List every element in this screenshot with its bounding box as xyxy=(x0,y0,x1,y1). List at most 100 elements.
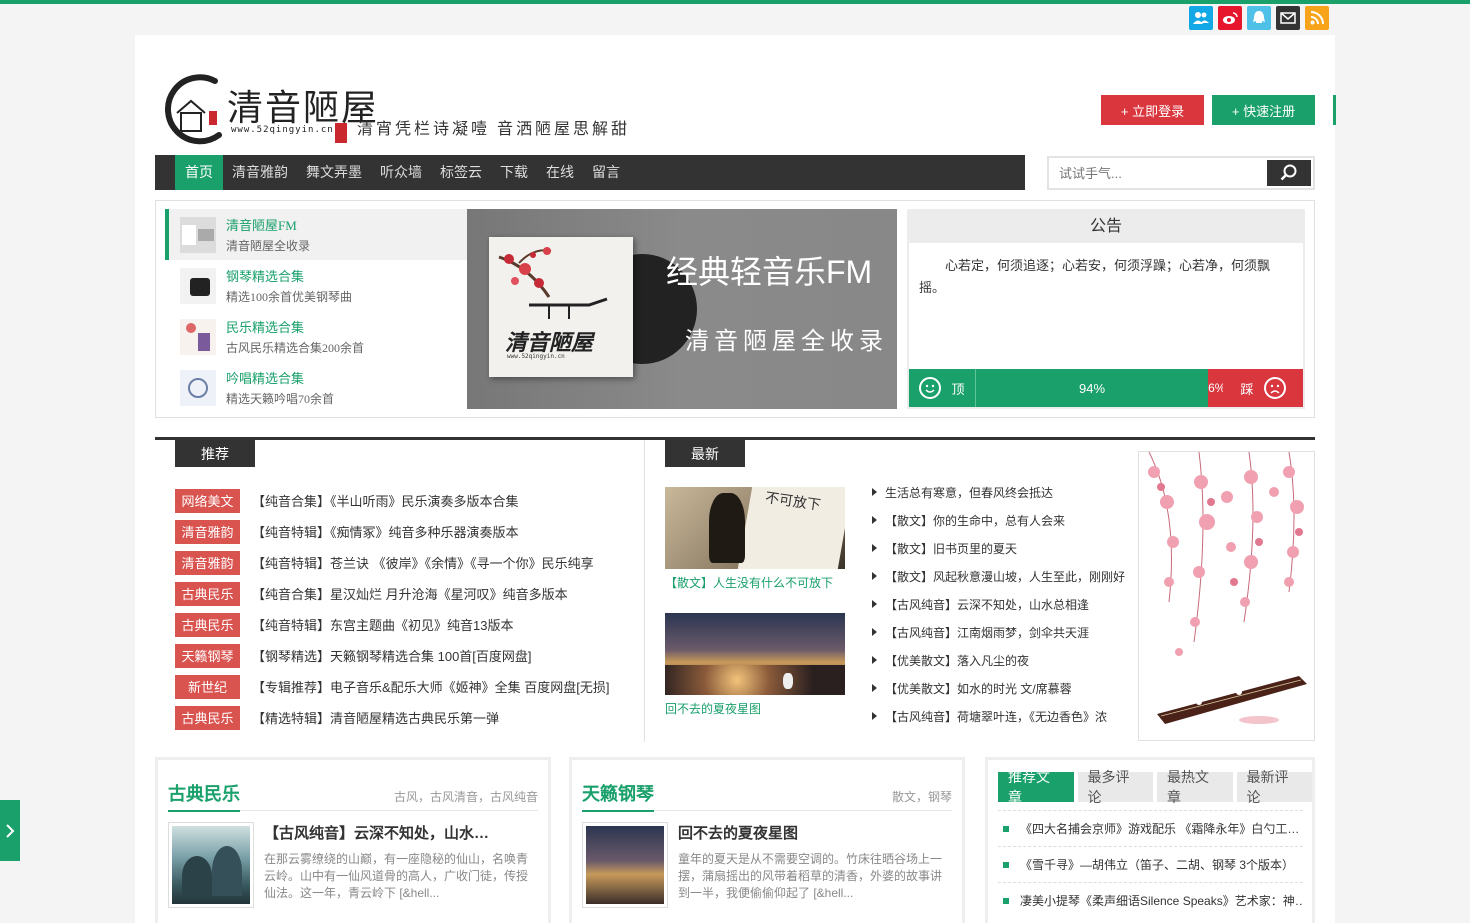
list-item[interactable]: 【散文】旧书页里的夏天 xyxy=(872,534,1137,562)
article-link[interactable]: 【纯音特辑】《痴情冢》纯音多种乐器演奏版本 xyxy=(252,522,519,541)
category-tag[interactable]: 古典民乐 xyxy=(175,581,240,606)
vote-up-button[interactable]: 顶 xyxy=(909,369,975,407)
arrow-right-icon xyxy=(872,628,877,636)
list-item[interactable]: 《四大名捕会京师》游戏配乐 《霜降永年》白勺工… xyxy=(998,810,1303,846)
list-item[interactable]: 生活总有寒意，但春风终会抵达 xyxy=(872,478,1137,506)
card-thumbnail[interactable] xyxy=(582,822,668,908)
tab-recommend[interactable]: 推荐 xyxy=(175,440,255,467)
nav-guestbook[interactable]: 留言 xyxy=(583,155,629,190)
category-tag[interactable]: 古典民乐 xyxy=(175,612,240,637)
login-button[interactable]: + 立即登录 xyxy=(1101,95,1204,125)
card-heading[interactable]: 天籁钢琴 xyxy=(582,780,654,812)
featured-item[interactable]: 吟唱精选合集 精选天籁吟唱70余首 xyxy=(165,362,467,413)
tab-latest-comments[interactable]: 最新评论 xyxy=(1236,769,1312,805)
latest-pic-book[interactable]: 不可放下 xyxy=(665,487,845,569)
nav-home[interactable]: 首页 xyxy=(175,155,223,190)
register-button[interactable]: + 快速注册 xyxy=(1212,95,1315,125)
card-tags[interactable]: 古风，古风清音，古风纯音 xyxy=(394,788,538,805)
notice-text: 心若定，何须追逐；心若安，何须浮躁；心若净，何须飘摇。 xyxy=(919,258,1271,295)
article-link[interactable]: 【古风纯音】江南烟雨梦，剑伞共天涯 xyxy=(885,624,1089,641)
search-icon xyxy=(1280,164,1297,181)
arrow-right-icon xyxy=(872,656,877,664)
bullet-icon xyxy=(1003,897,1009,904)
search-button[interactable] xyxy=(1267,160,1311,186)
article-link[interactable]: 《四大名捕会京师》游戏配乐 《霜降永年》白勺工… xyxy=(1020,820,1299,837)
article-link[interactable]: 生活总有寒意，但春风终会抵达 xyxy=(885,484,1053,501)
list-item[interactable]: 凄美小提琴《柔声细语Silence Speaks》艺术家：神… xyxy=(998,882,1303,918)
list-item[interactable]: 《雪千寻》—胡伟立（笛子、二胡、钢琴 3个版本） xyxy=(998,846,1303,882)
featured-title: 清音陋屋FM xyxy=(226,218,297,233)
side-article-box: 推荐文章 最多评论 最热文章 最新评论 《四大名捕会京师》游戏配乐 《霜降永年》… xyxy=(985,757,1315,923)
card-thumbnail[interactable] xyxy=(168,822,254,908)
latest-pic-caption[interactable]: 【散文】人生没有什么不可放下 xyxy=(665,574,845,591)
latest-pic-night[interactable] xyxy=(665,613,845,695)
tab-recommended-articles[interactable]: 推荐文章 xyxy=(998,769,1074,805)
list-item[interactable]: 【古风纯音】江南烟雨梦，剑伞共天涯 xyxy=(872,618,1137,646)
featured-item[interactable]: 民乐精选合集 古风民乐精选合集200余首 xyxy=(165,311,467,362)
article-link[interactable]: 【钢琴精选】天籁钢琴精选合集 100首[百度网盘] xyxy=(252,646,532,665)
card-tags[interactable]: 散文，钢琴 xyxy=(892,788,952,805)
nav-qingyin-yayun[interactable]: 清音雅韵 xyxy=(223,155,297,190)
tab-most-comments[interactable]: 最多评论 xyxy=(1077,769,1153,805)
article-link[interactable]: 《雪千寻》—胡伟立（笛子、二胡、钢琴 3个版本） xyxy=(1020,856,1294,873)
article-link[interactable]: 【散文】你的生命中，总有人会来 xyxy=(885,512,1065,529)
rss-icon[interactable] xyxy=(1305,6,1329,30)
card-heading[interactable]: 古典民乐 xyxy=(168,780,240,812)
list-item[interactable]: 【散文】风起秋意漫山坡，人生至此，刚刚好 xyxy=(872,562,1137,590)
people-icon[interactable] xyxy=(1189,6,1213,30)
arrow-right-icon xyxy=(872,488,877,496)
article-link[interactable]: 【纯音合集】星汉灿烂 月升沧海《星河叹》纯音多版本 xyxy=(252,584,568,603)
featured-item[interactable]: 钢琴精选合集 精选100余首优美钢琴曲 xyxy=(165,260,467,311)
list-item: 天籁钢琴 【钢琴精选】天籁钢琴精选合集 100首[百度网盘] xyxy=(175,640,635,671)
nav-wuwen-nongmo[interactable]: 舞文弄墨 xyxy=(297,155,371,190)
vote-down-button[interactable]: 踩 xyxy=(1223,369,1303,407)
nav-tag-cloud[interactable]: 标签云 xyxy=(431,155,491,190)
latest-pic-caption[interactable]: 回不去的夏夜星图 xyxy=(665,700,845,717)
header-accent xyxy=(1333,95,1336,125)
tab-hottest-articles[interactable]: 最热文章 xyxy=(1157,769,1233,805)
article-link[interactable]: 【纯音特辑】东宫主题曲《初见》纯音13版本 xyxy=(252,615,513,634)
category-tag[interactable]: 清音雅韵 xyxy=(175,519,240,544)
article-link[interactable]: 【纯音合集】《半山听雨》民乐演奏多版本合集 xyxy=(252,491,519,510)
featured-item[interactable]: 清音陋屋FM 清音陋屋全收录 xyxy=(165,209,467,260)
article-link[interactable]: 【优美散文】落入凡尘的夜 xyxy=(885,652,1029,669)
category-tag[interactable]: 网络美文 xyxy=(175,488,240,513)
nav-listener-wall[interactable]: 听众墙 xyxy=(371,155,431,190)
search-input[interactable] xyxy=(1049,158,1267,188)
nav-download[interactable]: 下载 xyxy=(491,155,537,190)
article-link[interactable]: 【优美散文】如水的时光 文/席慕蓉 xyxy=(885,680,1072,697)
list-item[interactable]: 【古风纯音】云深不知处，山水总相逢 xyxy=(872,590,1137,618)
article-link[interactable]: 【纯音特辑】苍兰诀 《彼岸》《余情》《寻一个你》民乐纯享 xyxy=(252,553,594,572)
article-link[interactable]: 【古风纯音】云深不知处，山水总相逢 xyxy=(885,596,1089,613)
article-link[interactable]: 【散文】旧书页里的夏天 xyxy=(885,540,1017,557)
side-illustration[interactable] xyxy=(1138,451,1315,741)
weibo-icon[interactable] xyxy=(1218,6,1242,30)
list-item[interactable]: 【古风纯音】荷塘翠叶连，《无边香色》浓 xyxy=(872,702,1137,730)
list-item: 新世纪 【专辑推荐】电子音乐&配乐大师《姬神》全集 百度网盘[无损] xyxy=(175,671,635,702)
category-tag[interactable]: 天籁钢琴 xyxy=(175,643,240,668)
list-item[interactable]: 【优美散文】如水的时光 文/席慕蓉 xyxy=(872,674,1137,702)
article-link[interactable]: 凄美小提琴《柔声细语Silence Speaks》艺术家：神… xyxy=(1020,892,1303,909)
category-tag[interactable]: 古典民乐 xyxy=(175,705,240,730)
featured-thumb xyxy=(180,216,216,253)
card-article-title[interactable]: 【古风纯音】云深不知处，山水… xyxy=(264,822,489,843)
column-divider xyxy=(644,440,645,742)
category-tag[interactable]: 清音雅韵 xyxy=(175,550,240,575)
side-tabs: 推荐文章 最多评论 最热文章 最新评论 xyxy=(998,769,1312,805)
article-link[interactable]: 【专辑推荐】电子音乐&配乐大师《姬神》全集 百度网盘[无损] xyxy=(252,677,610,696)
vote-bar: 顶 94% 6% 踩 xyxy=(909,369,1303,407)
nav-online[interactable]: 在线 xyxy=(537,155,583,190)
article-link[interactable]: 【古风纯音】荷塘翠叶连，《无边香色》浓 xyxy=(885,708,1107,725)
card-article-title[interactable]: 回不去的夏夜星图 xyxy=(678,822,798,843)
qq-icon[interactable] xyxy=(1247,6,1271,30)
fm-banner[interactable]: 清音陋屋 www.52qingyin.cn 经典轻音乐FM 清音陋屋全收录 xyxy=(467,209,897,409)
logo-icon[interactable] xyxy=(157,73,227,145)
mail-icon[interactable] xyxy=(1276,6,1300,30)
side-expand-button[interactable] xyxy=(0,800,20,861)
list-item[interactable]: 【优美散文】落入凡尘的夜 xyxy=(872,646,1137,674)
list-item[interactable]: 【散文】你的生命中，总有人会来 xyxy=(872,506,1137,534)
article-link[interactable]: 【散文】风起秋意漫山坡，人生至此，刚刚好 xyxy=(885,568,1125,585)
article-link[interactable]: 【精选特辑】清音陋屋精选古典民乐第一弹 xyxy=(252,708,499,727)
category-tag[interactable]: 新世纪 xyxy=(175,674,240,699)
tab-latest[interactable]: 最新 xyxy=(665,440,745,467)
